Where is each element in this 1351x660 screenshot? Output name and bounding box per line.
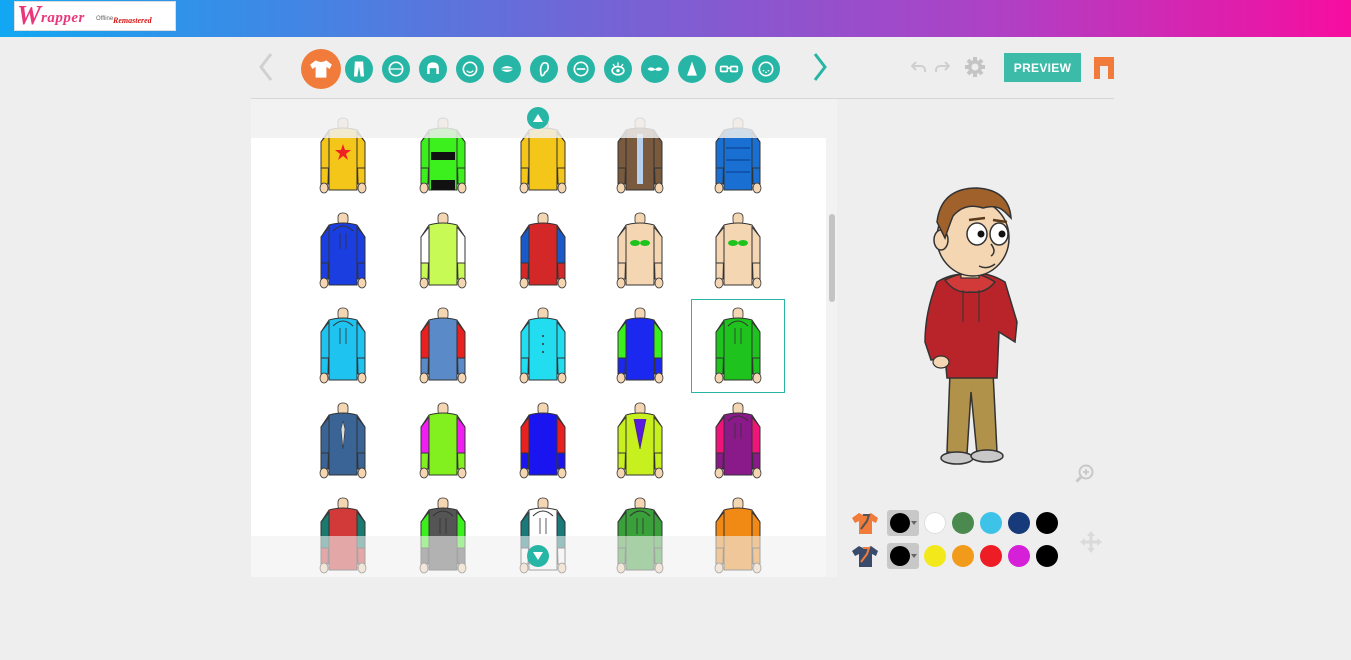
shirt-thumbnail: [616, 307, 664, 384]
category-tab-head-shape[interactable]: [382, 55, 410, 83]
clothing-item[interactable]: [593, 204, 687, 298]
logo-word: rapper: [41, 10, 85, 26]
eye-icon: [611, 62, 625, 76]
clothing-item[interactable]: [296, 204, 390, 298]
shirt-thumbnail: [519, 402, 567, 479]
clothing-item[interactable]: [593, 299, 687, 393]
character-preview: [905, 182, 1035, 472]
primary-color-swatch[interactable]: [924, 512, 946, 534]
clothing-item[interactable]: [691, 299, 785, 393]
category-tab-eyebrows[interactable]: [567, 55, 595, 83]
category-tab-lower-body[interactable]: [345, 55, 373, 83]
shirt-thumbnail: [319, 402, 367, 479]
logo-letter: W: [17, 0, 42, 30]
clothing-item[interactable]: [296, 394, 390, 488]
secondary-color-swatch[interactable]: [924, 545, 946, 567]
save-icon[interactable]: [1094, 57, 1114, 79]
primary-color-swatch[interactable]: [1036, 512, 1058, 534]
primary-color-swatch[interactable]: [952, 512, 974, 534]
zoom-in-icon[interactable]: [1075, 464, 1095, 484]
category-tab-glasses[interactable]: [715, 55, 743, 83]
category-tab-eye[interactable]: [604, 55, 632, 83]
clothing-item[interactable]: [691, 394, 785, 488]
undo-icon[interactable]: [909, 57, 929, 77]
primary-color-swatch[interactable]: [1008, 512, 1030, 534]
clothing-item[interactable]: [496, 394, 590, 488]
category-tab-nose[interactable]: [678, 55, 706, 83]
secondary-color-swatch[interactable]: [952, 545, 974, 567]
shirt-thumbnail: [616, 212, 664, 289]
shirt-thumbnail: [319, 212, 367, 289]
move-arrows-icon[interactable]: [1080, 531, 1102, 553]
top-bar: W rapper Offline Remastered: [0, 0, 1351, 37]
redo-icon[interactable]: [932, 57, 952, 77]
grid-scrollbar[interactable]: [826, 99, 837, 577]
shirt-thumbnail: [714, 402, 762, 479]
primary-shirt-icon: [851, 511, 879, 535]
shirt-thumbnail: [519, 307, 567, 384]
category-tab-face-shape[interactable]: [456, 55, 484, 83]
clothing-item[interactable]: [593, 394, 687, 488]
upper-body-icon: [310, 60, 332, 78]
glasses-icon: [719, 65, 739, 73]
primary-color-dropdown[interactable]: [887, 510, 919, 536]
logo-offline: Offline: [96, 16, 114, 22]
mustache-icon: [647, 67, 663, 71]
shirt-thumbnail: [419, 402, 467, 479]
secondary-color-swatch[interactable]: [1008, 545, 1030, 567]
category-toolbar: PREVIEW: [251, 37, 1114, 99]
shirt-thumbnail: [519, 212, 567, 289]
shirt-thumbnail: [714, 212, 762, 289]
clothing-item[interactable]: [396, 204, 490, 298]
secondary-color-swatch[interactable]: [1036, 545, 1058, 567]
clothing-item[interactable]: [396, 394, 490, 488]
face-shape-icon: [462, 61, 478, 77]
category-tab-upper-body[interactable]: [301, 49, 341, 89]
settings-gear-icon[interactable]: [963, 55, 987, 79]
shirt-thumbnail: [419, 212, 467, 289]
nose-icon: [687, 61, 697, 76]
clothing-item[interactable]: [496, 299, 590, 393]
clothing-grid: [251, 99, 826, 577]
head-shape-icon: [388, 61, 404, 77]
scroll-down-button[interactable]: [527, 545, 549, 567]
app-logo[interactable]: W rapper Offline Remastered: [14, 0, 176, 31]
hair-icon: [427, 62, 439, 74]
category-tab-mouth[interactable]: [493, 55, 521, 83]
clothing-item[interactable]: [691, 204, 785, 298]
shirt-thumbnail: [616, 402, 664, 479]
beard-icon: [758, 61, 774, 77]
ear-icon: [539, 61, 550, 77]
category-tab-hair[interactable]: [419, 55, 447, 83]
scrollbar-thumb[interactable]: [829, 214, 835, 302]
preview-button[interactable]: PREVIEW: [1004, 53, 1081, 82]
secondary-color-swatch[interactable]: [980, 545, 1002, 567]
shirt-thumbnail: [319, 307, 367, 384]
category-tab-ear[interactable]: [530, 55, 558, 83]
clothing-item[interactable]: [396, 299, 490, 393]
eyebrows-icon: [573, 61, 589, 77]
clothing-item[interactable]: [496, 204, 590, 298]
scroll-up-button[interactable]: [527, 107, 549, 129]
next-category-arrow[interactable]: [809, 49, 831, 85]
primary-color-swatch[interactable]: [980, 512, 1002, 534]
shirt-thumbnail: [419, 307, 467, 384]
prev-category-arrow[interactable]: [255, 49, 277, 85]
logo-remastered: Remastered: [113, 16, 152, 25]
category-tab-beard[interactable]: [752, 55, 780, 83]
category-tab-mustache[interactable]: [641, 55, 669, 83]
secondary-shirt-icon: [851, 544, 879, 568]
secondary-color-dropdown[interactable]: [887, 543, 919, 569]
shirt-thumbnail: [714, 307, 762, 384]
mouth-icon: [500, 66, 514, 72]
lower-body-icon: [354, 61, 364, 77]
clothing-item[interactable]: [296, 299, 390, 393]
